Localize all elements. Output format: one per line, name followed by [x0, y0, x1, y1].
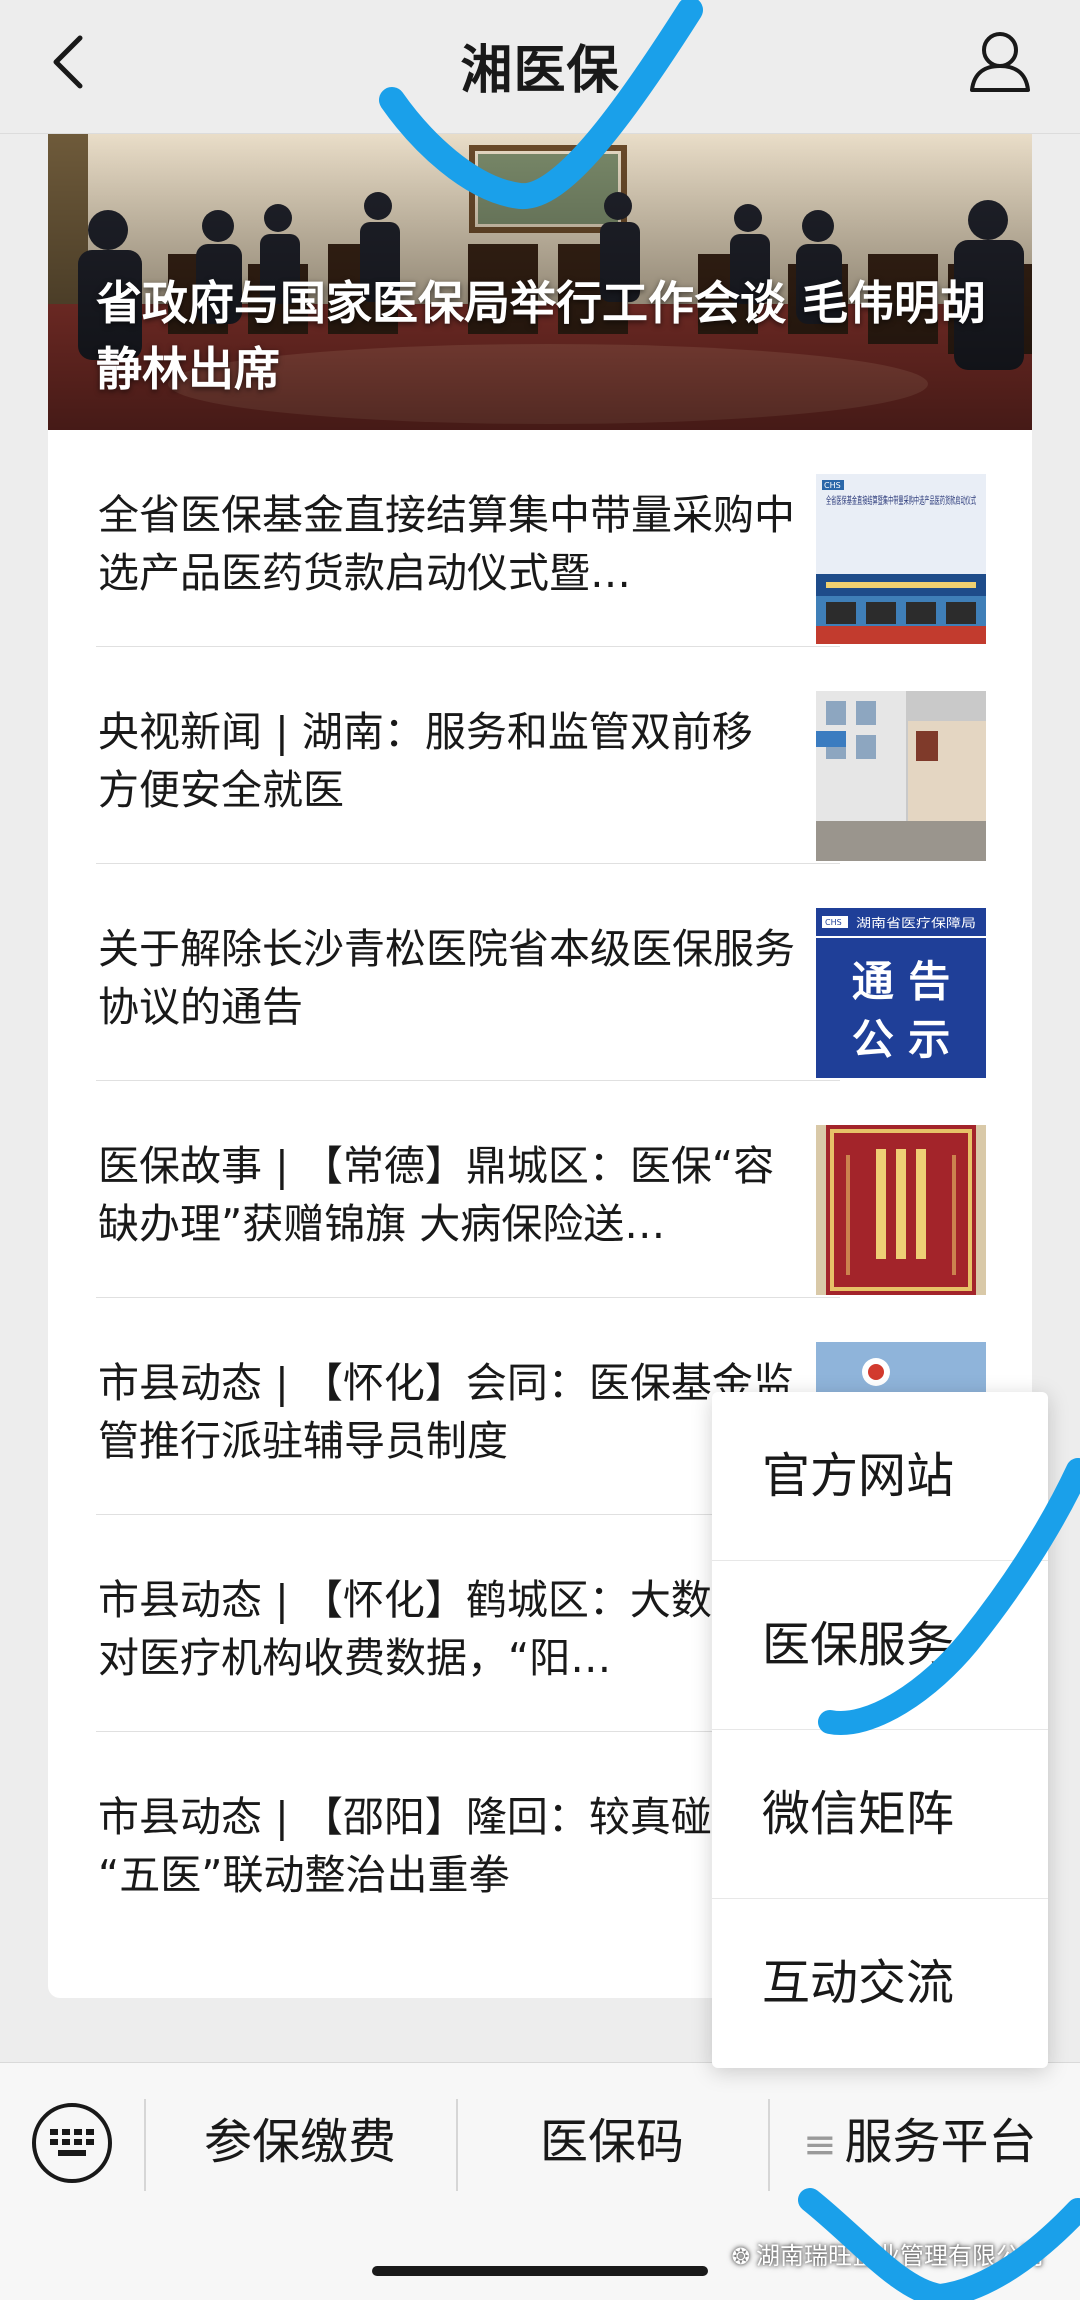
list-item[interactable]: 医保故事 | 【常德】鼎城区：医保“容缺办理”获赠锦旗 大病保险送…: [48, 1081, 1032, 1298]
menu-button-insurance-code[interactable]: 医保码: [462, 2107, 762, 2177]
menu-separator: [144, 2099, 146, 2191]
submenu-item-insurance-services[interactable]: 医保服务: [712, 1561, 1048, 1730]
article-title: 医保故事 | 【常德】鼎城区：医保“容缺办理”获赠锦旗 大病保险送…: [98, 1142, 775, 1248]
featured-article-banner[interactable]: 省政府与国家医保局举行工作会谈 毛伟明胡静林出席: [48, 134, 1032, 430]
article-title: 关于解除长沙青松医院省本级医保服务协议的通告: [98, 925, 795, 1031]
submenu-lines-icon: ≡: [803, 2122, 837, 2168]
top-nav-bar: 湘医保: [0, 0, 1080, 134]
article-title: 央视新闻 | 湖南：服务和监管双前移 方便安全就医: [98, 708, 753, 814]
thumb-line-1: 通 告: [852, 957, 951, 1006]
watermark-text: 湖南瑞旺企业管理有限公司: [756, 2242, 1044, 2270]
home-indicator: [372, 2266, 708, 2276]
submenu-item-wechat-matrix[interactable]: 微信矩阵: [712, 1730, 1048, 1899]
submenu-item-official-website[interactable]: 官方网站: [712, 1392, 1048, 1561]
thumb-caption: 全省医保基金直接结算暨集中带量采购中选产品医药货款启动仪式: [826, 494, 976, 507]
menu-button-service-platform[interactable]: ≡ 服务平台: [775, 2107, 1080, 2177]
article-thumbnail: CHS 湖南省医疗保障局 通 告 公 示: [816, 908, 986, 1078]
banner-title: 省政府与国家医保局举行工作会谈 毛伟明胡静林出席: [96, 276, 987, 396]
article-thumbnail: [816, 691, 986, 861]
article-title: 全省医保基金直接结算集中带量采购中选产品医药货款启动仪式暨…: [98, 491, 795, 597]
article-title: 市县动态 | 【邵阳】隆回：较真碰硬 “五医”联动整治出重拳: [98, 1793, 753, 1899]
watermark: ❂ 湖南瑞旺企业管理有限公司: [732, 2236, 1044, 2271]
list-item[interactable]: 央视新闻 | 湖南：服务和监管双前移 方便安全就医: [48, 647, 1032, 864]
list-item[interactable]: 关于解除长沙青松医院省本级医保服务协议的通告 CHS 湖南省医疗保障局 通 告 …: [48, 864, 1032, 1081]
profile-icon[interactable]: [964, 28, 1036, 96]
menu-separator: [456, 2099, 458, 2191]
service-platform-submenu: 官方网站 医保服务 微信矩阵 互动交流: [712, 1392, 1048, 2068]
thumb-line-2: 公 示: [852, 1015, 951, 1064]
menu-button-enroll-pay[interactable]: 参保缴费: [150, 2107, 450, 2177]
article-thumbnail: CHS 全省医保基金直接结算暨集中带量采购中选产品医药货款启动仪式: [816, 474, 986, 644]
article-title: 市县动态 | 【怀化】鹤城区：大数据比对医疗机构收费数据，“阳…: [98, 1576, 794, 1682]
thumb-logo: CHS: [824, 481, 841, 490]
thumb-org: 湖南省医疗保障局: [856, 915, 976, 930]
article-thumbnail: [816, 1125, 986, 1295]
keyboard-icon[interactable]: [32, 2103, 112, 2183]
menu-separator: [768, 2099, 770, 2191]
wechat-icon: ❂: [731, 2245, 750, 2270]
page-title: 湘医保: [460, 41, 620, 101]
thumb-logo: CHS: [825, 918, 842, 927]
article-title: 市县动态 | 【怀化】会同：医保基金监管推行派驻辅导员制度: [98, 1359, 794, 1465]
menu-button-label: 服务平台: [844, 2114, 1037, 2170]
list-item[interactable]: 全省医保基金直接结算集中带量采购中选产品医药货款启动仪式暨… CHS 全省医保基…: [48, 430, 1032, 647]
submenu-item-interaction[interactable]: 互动交流: [712, 1899, 1048, 2068]
